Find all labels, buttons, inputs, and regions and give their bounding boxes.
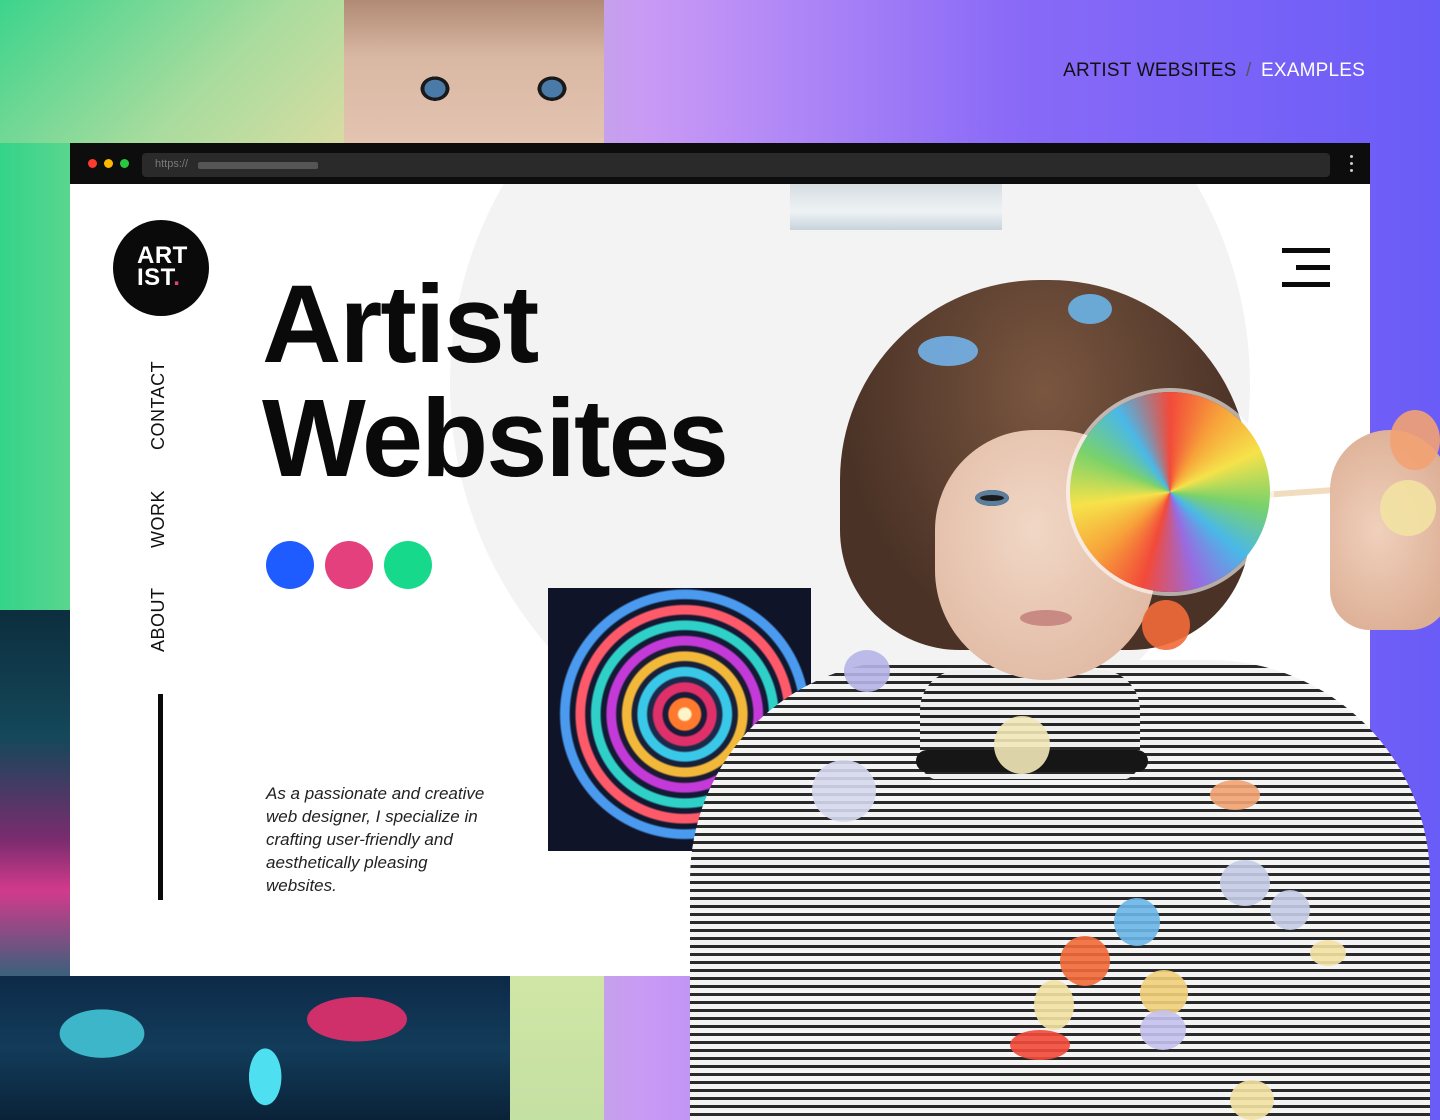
confetti-piece <box>1060 936 1110 986</box>
address-bar-url-placeholder <box>198 162 318 169</box>
confetti-piece <box>844 650 890 692</box>
hero-tagline: As a passionate and creative web designe… <box>266 784 485 895</box>
page-header-label: ARTIST WEBSITES / EXAMPLES <box>1063 60 1365 82</box>
nav-item-contact[interactable]: CONTACT <box>148 361 169 450</box>
collage-tile-gradient <box>0 0 344 143</box>
confetti-piece <box>1010 1030 1070 1060</box>
confetti-piece <box>1310 940 1346 966</box>
confetti-piece <box>1230 1080 1274 1120</box>
nav-item-work[interactable]: WORK <box>148 490 169 548</box>
color-swatch-green[interactable] <box>384 541 432 589</box>
confetti-piece <box>1034 980 1074 1030</box>
browser-chrome-bar: https:// <box>70 143 1370 184</box>
hero-title: Artist Websites <box>262 263 729 500</box>
confetti-piece <box>1390 410 1440 470</box>
confetti-piece <box>1210 780 1260 810</box>
confetti-piece <box>812 760 876 822</box>
portrait-eye <box>975 490 1009 506</box>
hero-title-line-2: Websites <box>262 377 729 500</box>
header-label-separator: / <box>1246 60 1252 81</box>
nav-item-about[interactable]: ABOUT <box>148 587 169 652</box>
confetti-piece <box>1270 890 1310 930</box>
sky-photo-strip <box>790 184 1002 230</box>
address-bar-url: https:// <box>155 158 189 170</box>
confetti-piece <box>1114 898 1160 946</box>
hero-title-line-1: Artist <box>262 263 539 386</box>
kebab-menu-icon[interactable] <box>1350 155 1354 175</box>
collage-tile-eyes-photo <box>344 0 604 143</box>
hero-portrait-image <box>690 280 1440 1120</box>
color-swatch-blue[interactable] <box>266 541 314 589</box>
confetti-piece <box>994 716 1050 774</box>
site-logo[interactable]: ART IST. <box>113 220 209 316</box>
confetti-piece <box>1380 480 1436 536</box>
lollipop <box>1070 392 1270 592</box>
confetti-piece <box>1142 600 1190 650</box>
address-bar[interactable]: https:// <box>142 153 1330 177</box>
confetti-piece <box>1068 294 1112 324</box>
maximize-window-dot[interactable] <box>120 159 129 168</box>
header-label-main: ARTIST WEBSITES <box>1063 60 1237 81</box>
close-window-dot[interactable] <box>88 159 97 168</box>
logo-line-2: IST. <box>137 264 181 291</box>
nav-divider-line <box>158 694 163 900</box>
confetti-piece <box>918 336 978 366</box>
portrait-lips <box>1020 610 1072 626</box>
collage-tile-pale <box>510 976 604 1120</box>
minimize-window-dot[interactable] <box>104 159 113 168</box>
confetti-piece <box>1220 860 1270 906</box>
header-label-sub: EXAMPLES <box>1260 60 1365 81</box>
collage-tile-forest-river <box>0 976 510 1120</box>
confetti-piece <box>1140 1010 1186 1050</box>
color-swatch-pink[interactable] <box>325 541 373 589</box>
